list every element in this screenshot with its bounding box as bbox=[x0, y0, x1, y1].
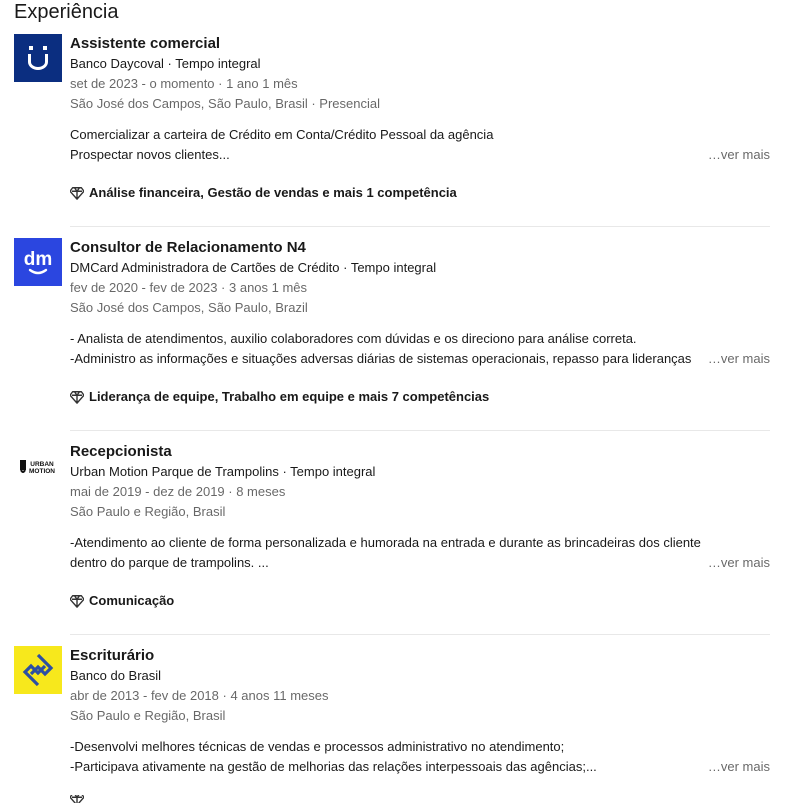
diamond-icon bbox=[70, 187, 84, 200]
job-description-line: -Participava ativamente na gestão de mel… bbox=[70, 759, 597, 774]
skills-text: Análise financeira, Gestão de vendas e m… bbox=[89, 185, 457, 200]
skills-row[interactable]: Comunicação bbox=[70, 591, 770, 611]
svg-text:MOTION: MOTION bbox=[29, 468, 55, 475]
job-dates: abr de 2013 - fev de 2018 · 4 anos 11 me… bbox=[70, 688, 329, 703]
diamond-icon bbox=[70, 795, 84, 803]
skills-row[interactable] bbox=[70, 795, 770, 803]
company-logo-urban-motion[interactable]: URBAN MOTION bbox=[14, 442, 62, 490]
company-logo-banco-do-brasil[interactable] bbox=[14, 646, 62, 694]
company-name: Banco Daycoval · Tempo integral bbox=[70, 56, 261, 71]
svg-text:URBAN: URBAN bbox=[30, 461, 54, 468]
skills-row[interactable]: Liderança de equipe, Trabalho em equipe … bbox=[70, 387, 770, 407]
experience-item: URBAN MOTION Recepcionista Urban Motion … bbox=[14, 442, 770, 635]
job-description-line: dentro do parque de trampolins. ... bbox=[70, 555, 269, 570]
urban-motion-logo-icon: URBAN MOTION bbox=[14, 442, 62, 490]
job-location: São José dos Campos, São Paulo, Brazil bbox=[70, 300, 308, 315]
experience-item: Assistente comercial Banco Daycoval · Te… bbox=[14, 34, 770, 227]
job-title[interactable]: Recepcionista bbox=[70, 442, 770, 462]
skills-text: Comunicação bbox=[89, 593, 175, 608]
experience-item: Escriturário Banco do Brasil abr de 2013… bbox=[14, 646, 770, 806]
see-more-link[interactable]: …ver mais bbox=[701, 349, 770, 369]
job-description-line: Comercializar a carteira de Crédito em C… bbox=[70, 127, 494, 142]
job-description-line: Prospectar novos clientes... bbox=[70, 147, 230, 162]
diamond-icon bbox=[70, 391, 84, 404]
diamond-icon bbox=[70, 595, 84, 608]
banco-do-brasil-logo-icon bbox=[14, 646, 62, 694]
company-logo-dmcard[interactable]: dm bbox=[14, 238, 62, 286]
job-location: São José dos Campos, São Paulo, Brasil ·… bbox=[70, 96, 380, 111]
job-title[interactable]: Assistente comercial bbox=[70, 34, 770, 54]
job-title[interactable]: Consultor de Relacionamento N4 bbox=[70, 238, 770, 258]
job-dates: set de 2023 - o momento · 1 ano 1 mês bbox=[70, 76, 298, 91]
dmcard-logo-icon: dm bbox=[14, 238, 62, 286]
see-more-link[interactable]: …ver mais bbox=[701, 757, 770, 777]
svg-text:dm: dm bbox=[24, 249, 53, 270]
divider bbox=[70, 226, 770, 227]
job-description-line: - Analista de atendimentos, auxilio cola… bbox=[70, 331, 637, 346]
job-title[interactable]: Escriturário bbox=[70, 646, 770, 666]
job-dates: fev de 2020 - fev de 2023 · 3 anos 1 mês bbox=[70, 280, 308, 295]
experience-item: dm Consultor de Relacionamento N4 DMCard… bbox=[14, 238, 770, 431]
job-description-line: -Administro as informações e situações a… bbox=[70, 351, 692, 366]
company-name: DMCard Administradora de Cartões de Créd… bbox=[70, 260, 437, 275]
job-description-line: -Desenvolvi melhores técnicas de vendas … bbox=[70, 739, 565, 754]
see-more-link[interactable]: …ver mais bbox=[701, 145, 770, 165]
job-location: São Paulo e Região, Brasil bbox=[70, 708, 226, 723]
company-logo-daycoval[interactable] bbox=[14, 34, 62, 82]
skills-text: Liderança de equipe, Trabalho em equipe … bbox=[89, 389, 490, 404]
job-location: São Paulo e Região, Brasil bbox=[70, 504, 226, 519]
divider bbox=[70, 634, 770, 635]
section-title: Experiência bbox=[14, 1, 119, 23]
see-more-link[interactable]: …ver mais bbox=[701, 553, 770, 573]
job-dates: mai de 2019 - dez de 2019 · 8 meses bbox=[70, 484, 286, 499]
company-name: Urban Motion Parque de Trampolins · Temp… bbox=[70, 464, 376, 479]
daycoval-logo-icon bbox=[14, 34, 62, 82]
divider bbox=[70, 430, 770, 431]
job-description-line: -Atendimento ao cliente de forma persona… bbox=[70, 535, 701, 550]
company-name: Banco do Brasil bbox=[70, 668, 162, 683]
skills-row[interactable]: Análise financeira, Gestão de vendas e m… bbox=[70, 183, 770, 203]
